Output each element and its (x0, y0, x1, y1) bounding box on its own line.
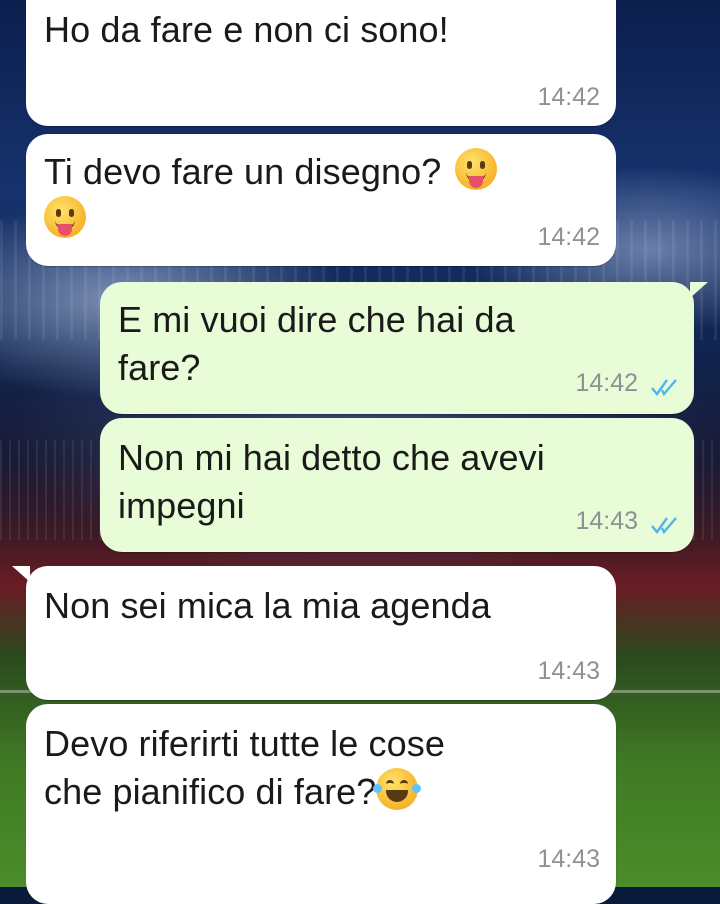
message-bubble-incoming[interactable]: Devo riferirti tutte le cose che pianifi… (26, 704, 616, 904)
message-time: 14:43 (537, 657, 600, 685)
message-text-line: che pianifico di fare? (44, 771, 377, 812)
message-text-line-wrap: che pianifico di fare? (44, 768, 598, 816)
message-text-block: Ti devo fare un disegno? (44, 148, 598, 244)
message-time: 14:43 (537, 845, 600, 873)
face-with-tongue-icon (44, 196, 86, 238)
double-check-read-icon (651, 517, 677, 535)
message-text-line: Non mi hai detto che avevi (118, 437, 545, 478)
message-time: 14:42 (537, 223, 600, 251)
message-time: 14:42 (537, 83, 600, 111)
face-with-tears-of-joy-icon (373, 768, 422, 810)
bubble-tail (690, 282, 708, 298)
message-text-line: Devo riferirti tutte le cose (44, 723, 445, 764)
message-text: Ti devo fare un disegno? (44, 151, 442, 192)
message-bubble-incoming[interactable]: Ti devo fare un disegno? 14:42 (26, 134, 616, 266)
message-text: Non sei mica la mia agenda (44, 585, 491, 626)
message-bubble-outgoing[interactable]: Non mi hai detto che avevi impegni 14:43 (100, 418, 694, 552)
message-text-line: E mi vuoi dire che hai da (118, 299, 515, 340)
message-text-block: Devo riferirti tutte le cose che pianifi… (44, 720, 598, 816)
message-time: 14:42 (575, 369, 638, 397)
message-text: Ho da fare e non ci sono! (44, 9, 449, 50)
message-bubble-incoming[interactable]: Non sei mica la mia agenda 14:43 (26, 566, 616, 700)
face-with-tongue-icon (455, 148, 498, 190)
message-bubble-incoming[interactable]: Ho da fare e non ci sono! 14:42 (26, 0, 616, 126)
message-time: 14:43 (575, 507, 638, 535)
message-bubble-outgoing[interactable]: E mi vuoi dire che hai da fare? 14:42 (100, 282, 694, 414)
double-check-read-icon (651, 379, 677, 397)
